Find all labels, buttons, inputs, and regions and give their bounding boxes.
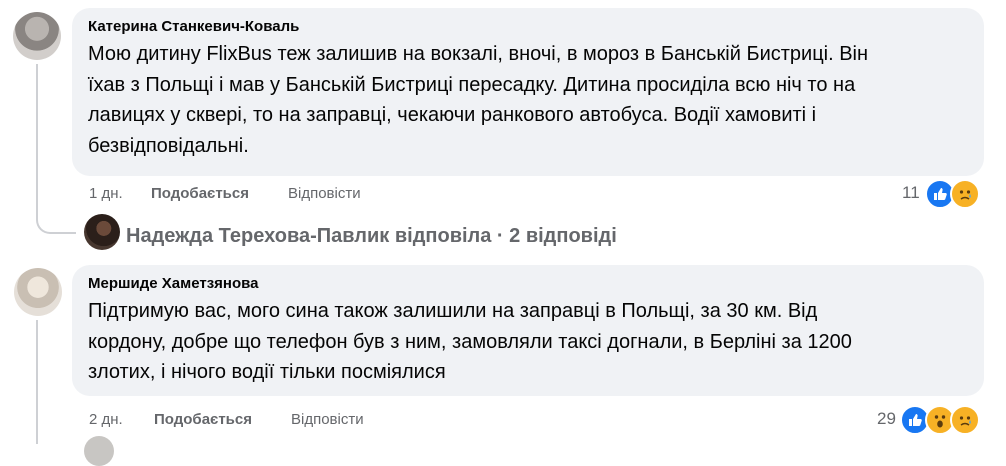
view-replies-link[interactable]: Надежда Терехова-Павлик відповіла · 2 ві… [126, 225, 617, 248]
like-button[interactable]: Подобається [151, 185, 249, 202]
reply-button[interactable]: Відповісти [288, 185, 361, 202]
thread-connector [36, 206, 76, 234]
thread-line [36, 64, 38, 214]
like-button[interactable]: Подобається [154, 411, 252, 428]
sad-icon [950, 179, 980, 209]
reaction-count[interactable]: 11 [902, 183, 920, 203]
comment-time[interactable]: 2 дн. [89, 411, 123, 428]
reaction-count[interactable]: 29 [877, 409, 896, 429]
comment-author[interactable]: Мершиде Хаметзянова [88, 274, 968, 294]
comment-author[interactable]: Катерина Станкевич-Коваль [88, 17, 968, 37]
comment-bubble: Мершиде Хаметзянова Підтримую вас, мого … [72, 265, 984, 396]
avatar[interactable] [13, 12, 61, 60]
comment-text: Підтримую вас, мого сина також залишили … [88, 300, 852, 383]
avatar[interactable] [84, 436, 114, 466]
comment-time[interactable]: 1 дн. [89, 185, 123, 202]
avatar[interactable] [14, 268, 62, 316]
reply-button[interactable]: Відповісти [291, 411, 364, 428]
avatar[interactable] [84, 214, 120, 250]
comment-text: Мою дитину FlixBus теж залишив на вокзал… [88, 43, 869, 157]
sad-icon [950, 405, 980, 435]
thread-line [36, 320, 38, 444]
comment-bubble: Катерина Станкевич-Коваль Мою дитину Fli… [72, 8, 984, 176]
